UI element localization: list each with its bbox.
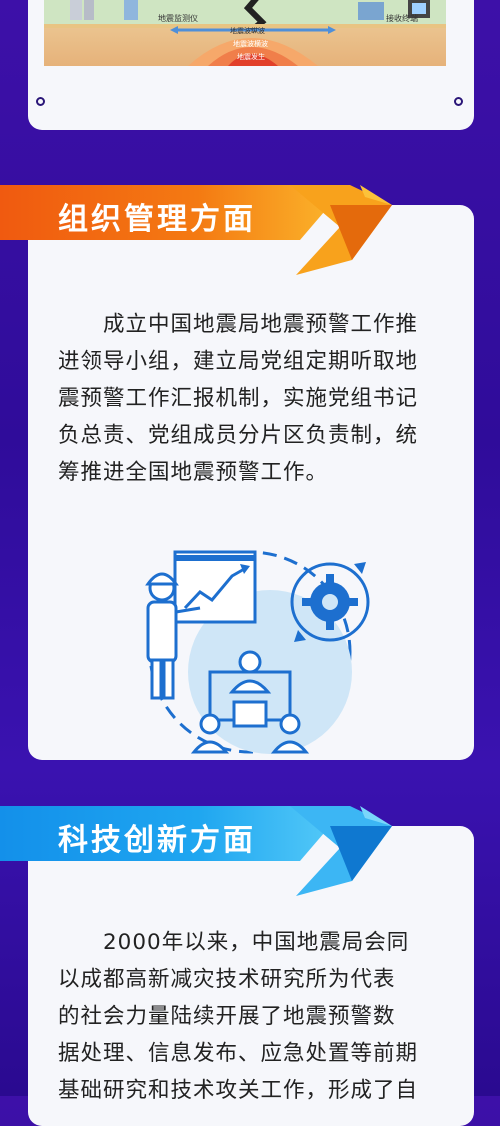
section1-body: 成立中国地震局地震预警工作推 进领导小组，建立局党组定期听取地 震预警工作汇报机… [58,312,419,485]
monitor-label: 地震监测仪 [158,14,198,23]
section2-body: 2000年以来，中国地震局会同 以成都高新减灾技术研究所为代表 的社会力量陆续开… [58,930,419,1103]
section2-title: 科技创新方面 [58,823,256,858]
terminal-label: 接收终端 [386,14,418,23]
team-management-illustration [145,550,370,754]
top-card: 地震监测仪 接收终端 地震波纵波 地震波横波 地震发生 [28,0,474,130]
binder-hole-right [454,97,463,106]
section1-title: 组织管理方面 [58,202,256,237]
s-wave-label: 地震波横波 [233,40,268,48]
binder-hole-left [36,97,45,106]
p-wave-label: 地震波纵波 [230,27,265,35]
quake-label: 地震发生 [237,53,265,61]
